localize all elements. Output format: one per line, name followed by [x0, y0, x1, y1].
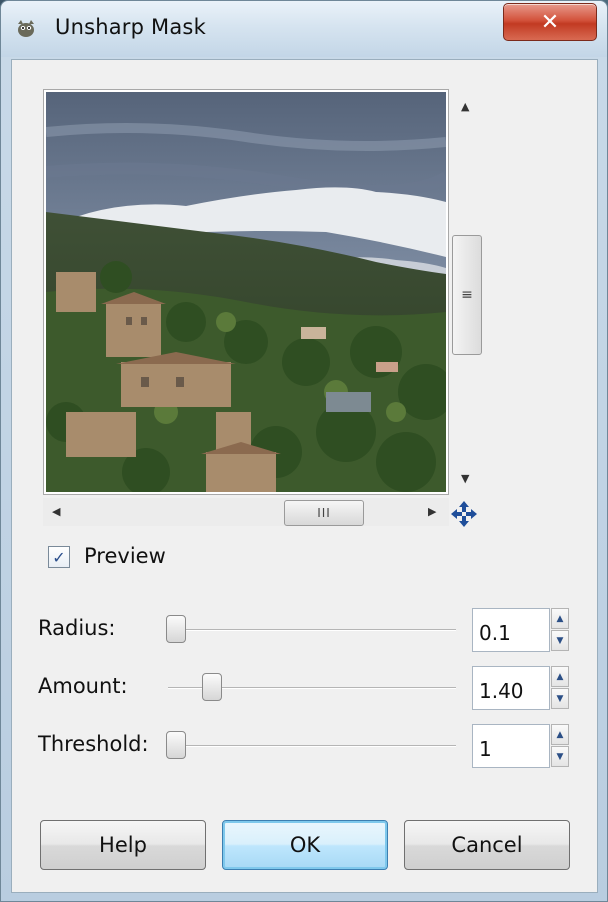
gimp-icon [18, 20, 34, 37]
title-bar[interactable]: Unsharp Mask ✕ [1, 1, 607, 57]
checkmark-icon: ✓ [52, 547, 66, 567]
preview-checkbox[interactable]: ✓ [48, 546, 70, 568]
amount-label: Amount: [38, 674, 128, 698]
scroll-down-icon[interactable]: ▼ [461, 472, 469, 485]
threshold-slider-thumb[interactable] [166, 731, 186, 759]
preview-image[interactable] [46, 92, 446, 492]
window-title: Unsharp Mask [55, 15, 206, 39]
preview-label: Preview [84, 544, 166, 568]
help-button-label: Help [99, 833, 147, 857]
close-icon: ✕ [540, 9, 560, 35]
scroll-left-icon[interactable]: ◀ [52, 505, 60, 518]
scroll-right-icon[interactable]: ▶ [428, 505, 436, 518]
threshold-input[interactable]: 1 [472, 724, 550, 768]
threshold-slider-track[interactable] [168, 745, 456, 747]
radius-decrement-button[interactable]: ▼ [551, 630, 569, 651]
ok-button[interactable]: OK [222, 820, 388, 870]
preview-frame [43, 89, 449, 495]
amount-increment-button[interactable]: ▲ [551, 666, 569, 687]
cancel-button[interactable]: Cancel [404, 820, 570, 870]
cancel-button-label: Cancel [451, 833, 523, 857]
scroll-up-icon[interactable]: ▲ [461, 100, 469, 113]
preview-landscape [46, 92, 446, 492]
threshold-decrement-button[interactable]: ▼ [551, 746, 569, 767]
help-button[interactable]: Help [40, 820, 206, 870]
grip-icon: III [317, 506, 331, 520]
amount-spinner: ▲ ▼ [551, 666, 569, 710]
radius-slider-thumb[interactable] [166, 615, 186, 643]
grip-icon: ≡ [461, 287, 473, 303]
amount-decrement-button[interactable]: ▼ [551, 688, 569, 709]
threshold-label: Threshold: [38, 732, 149, 756]
vertical-scroll-thumb[interactable]: ≡ [452, 235, 482, 355]
amount-slider-thumb[interactable] [202, 673, 222, 701]
unsharp-mask-dialog: Unsharp Mask ✕ ▲ ≡ ▼ ◀ III ▶ ✓ Preview R… [0, 0, 608, 902]
radius-label: Radius: [38, 616, 116, 640]
threshold-spinner: ▲ ▼ [551, 724, 569, 768]
horizontal-scrollbar[interactable] [43, 498, 449, 526]
threshold-increment-button[interactable]: ▲ [551, 724, 569, 745]
radius-spinner: ▲ ▼ [551, 608, 569, 652]
radius-input[interactable]: 0.1 [472, 608, 550, 652]
dialog-content: ▲ ≡ ▼ ◀ III ▶ ✓ Preview Radius: 0.1 ▲ ▼ … [11, 59, 598, 893]
move-icon[interactable] [449, 499, 479, 529]
close-button[interactable]: ✕ [503, 3, 597, 41]
horizontal-scroll-thumb[interactable]: III [284, 500, 364, 526]
amount-input[interactable]: 1.40 [472, 666, 550, 710]
radius-slider-track[interactable] [168, 629, 456, 631]
radius-increment-button[interactable]: ▲ [551, 608, 569, 629]
ok-button-label: OK [289, 833, 321, 857]
